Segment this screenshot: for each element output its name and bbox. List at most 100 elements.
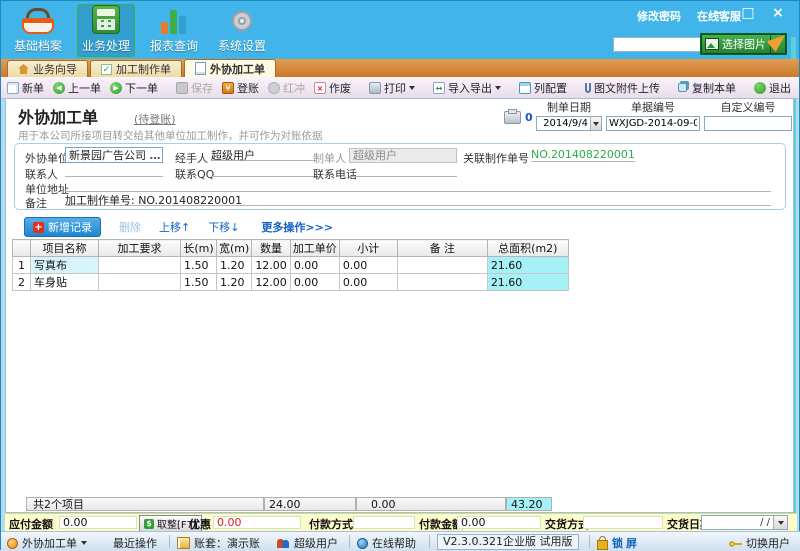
delivery-method-field[interactable]	[583, 516, 663, 529]
statusbar-separator	[429, 535, 430, 548]
nav-item-reports[interactable]: 报表查询	[145, 4, 203, 57]
item-subtotal-cell[interactable]: 0.00	[339, 257, 397, 274]
item-subtotal-cell[interactable]: 0.00	[339, 274, 397, 291]
unit-picker-button[interactable]: …	[148, 149, 162, 162]
item-length-cell[interactable]: 1.50	[181, 257, 217, 274]
lock-screen-button[interactable]: 锁屏	[597, 535, 640, 551]
new-order-button[interactable]: 新单	[7, 80, 44, 96]
item-price-cell[interactable]: 0.00	[290, 274, 339, 291]
qq-field[interactable]	[211, 163, 317, 177]
date-dropdown-button[interactable]	[590, 117, 601, 130]
item-width-cell[interactable]: 1.20	[217, 274, 252, 291]
column-config-button[interactable]: 列配置	[519, 80, 567, 96]
delivery-date-dropdown[interactable]	[773, 516, 787, 529]
close-button[interactable]: ×	[769, 5, 787, 21]
statusbar-doc-type[interactable]: 外协加工单	[7, 535, 87, 551]
statusbar-user[interactable]: 超级用户	[277, 535, 338, 551]
contact-field[interactable]	[65, 163, 163, 177]
tab-outsourced-order[interactable]: 外协加工单	[184, 59, 276, 77]
pay-method-field[interactable]	[353, 516, 415, 529]
move-up-button[interactable]: 上移↑	[159, 219, 190, 235]
item-name-cell[interactable]: 车身贴	[31, 274, 99, 291]
statusbar-separator	[349, 535, 350, 548]
discount-field[interactable]: 0.00	[213, 516, 301, 529]
item-requirement-cell[interactable]	[99, 257, 181, 274]
print-button[interactable]: 打印	[369, 80, 415, 96]
minimize-button[interactable]: –	[709, 5, 727, 21]
exit-button[interactable]: 退出	[754, 80, 791, 96]
maximize-button[interactable]: □	[739, 5, 757, 21]
pay-amount-field[interactable]: 0.00	[457, 516, 541, 529]
item-qty-cell[interactable]: 12.00	[252, 274, 291, 291]
delivery-date-field[interactable]: / /	[701, 515, 788, 530]
custom-number-input[interactable]	[705, 118, 791, 130]
col-header-name[interactable]: 项目名称	[31, 240, 99, 257]
more-actions-link[interactable]: 更多操作>>>	[261, 219, 333, 235]
col-header-width[interactable]: 宽(m)	[217, 240, 252, 257]
tab-label: 业务向导	[33, 61, 77, 77]
printer-icon[interactable]	[504, 111, 521, 124]
copy-order-button[interactable]: 复制本单	[678, 80, 736, 96]
tab-bar: 业务向导 ✓ 加工制作单 外协加工单	[1, 59, 799, 77]
image-path-input[interactable]	[613, 37, 701, 52]
nav-item-business[interactable]: 业务处理	[77, 4, 135, 57]
statusbar-recent[interactable]: 最近操作	[113, 535, 157, 551]
phone-field[interactable]	[349, 163, 457, 177]
tab-production-order[interactable]: ✓ 加工制作单	[90, 60, 182, 77]
status-bar: 外协加工单 最近操作 账套：演示账 超级用户 在线帮助 V2.3.0.321企业…	[1, 531, 800, 551]
post-account-button[interactable]: ¥登账	[222, 80, 259, 96]
tab-label: 加工制作单	[116, 61, 171, 77]
order-date-input[interactable]	[537, 118, 590, 130]
coin-icon	[7, 538, 18, 549]
tab-business-wizard[interactable]: 业务向导	[7, 60, 88, 77]
move-down-button[interactable]: 下移↓	[208, 219, 239, 235]
doc-number-field: 单据编号	[606, 99, 700, 131]
attachment-upload-button[interactable]: 图文附件上传	[585, 80, 660, 96]
handler-field[interactable]: 超级用户	[211, 147, 317, 161]
table-row[interactable]: 1 写真布 1.50 1.20 12.00 0.00 0.00 21.60	[13, 257, 569, 274]
col-header-remark[interactable]: 备 注	[397, 240, 487, 257]
doc-number-input[interactable]	[607, 118, 699, 130]
item-price-cell[interactable]: 0.00	[290, 257, 339, 274]
next-order-button[interactable]: ▶下一单	[110, 80, 158, 96]
change-password-link[interactable]: 修改密码	[637, 8, 681, 24]
custom-number-label: 自定义编号	[704, 99, 792, 115]
col-header-length[interactable]: 长(m)	[181, 240, 217, 257]
table-row[interactable]: 2 车身贴 1.50 1.20 12.00 0.00 0.00 21.60	[13, 274, 569, 291]
col-header-subtotal[interactable]: 小计	[339, 240, 397, 257]
order-date-field: 制单日期	[536, 99, 602, 131]
item-remark-cell[interactable]	[397, 257, 487, 274]
col-header-area[interactable]: 总面积(m2)	[487, 240, 568, 257]
import-export-button[interactable]: ↔导入导出	[433, 80, 501, 96]
unit-field[interactable]: 新景园广告公司 …	[65, 147, 163, 163]
bar-chart-icon	[160, 6, 188, 34]
unit-value: 新景园广告公司	[66, 147, 148, 163]
item-qty-cell[interactable]: 12.00	[252, 257, 291, 274]
unit-label: 外协单位	[25, 150, 69, 166]
nav-item-base-archive[interactable]: 基础档案	[9, 4, 67, 57]
address-field[interactable]	[65, 178, 771, 192]
item-name-cell[interactable]: 写真布	[31, 257, 99, 274]
item-area-cell: 21.60	[487, 274, 568, 291]
col-header-requirement[interactable]: 加工要求	[99, 240, 181, 257]
switch-user-button[interactable]: 切换用户	[729, 535, 790, 551]
check-icon: ✓	[101, 64, 112, 75]
related-order-value[interactable]: NO.201408220001	[531, 148, 635, 162]
related-order-label: 关联制作单号	[463, 150, 529, 166]
item-requirement-cell[interactable]	[99, 274, 181, 291]
window-controls: – □ ×	[709, 5, 787, 21]
item-length-cell[interactable]: 1.50	[181, 274, 217, 291]
statusbar-account[interactable]: 账套：演示账	[177, 535, 260, 551]
item-width-cell[interactable]: 1.20	[217, 257, 252, 274]
remark-field[interactable]: 加工制作单号: NO.201408220001	[65, 192, 771, 206]
col-header-qty[interactable]: 数量	[252, 240, 291, 257]
statusbar-help[interactable]: 在线帮助	[357, 535, 416, 551]
col-header-price[interactable]: 加工单价	[290, 240, 339, 257]
add-record-button[interactable]: + 新增记录	[24, 217, 101, 237]
red-reverse-button: 红冲	[268, 80, 305, 96]
item-remark-cell[interactable]	[397, 274, 487, 291]
payable-field[interactable]: 0.00	[59, 516, 137, 529]
prev-order-button[interactable]: ◀上一单	[53, 80, 101, 96]
void-button[interactable]: ×作废	[314, 80, 351, 96]
nav-item-settings[interactable]: 系统设置	[213, 4, 271, 57]
